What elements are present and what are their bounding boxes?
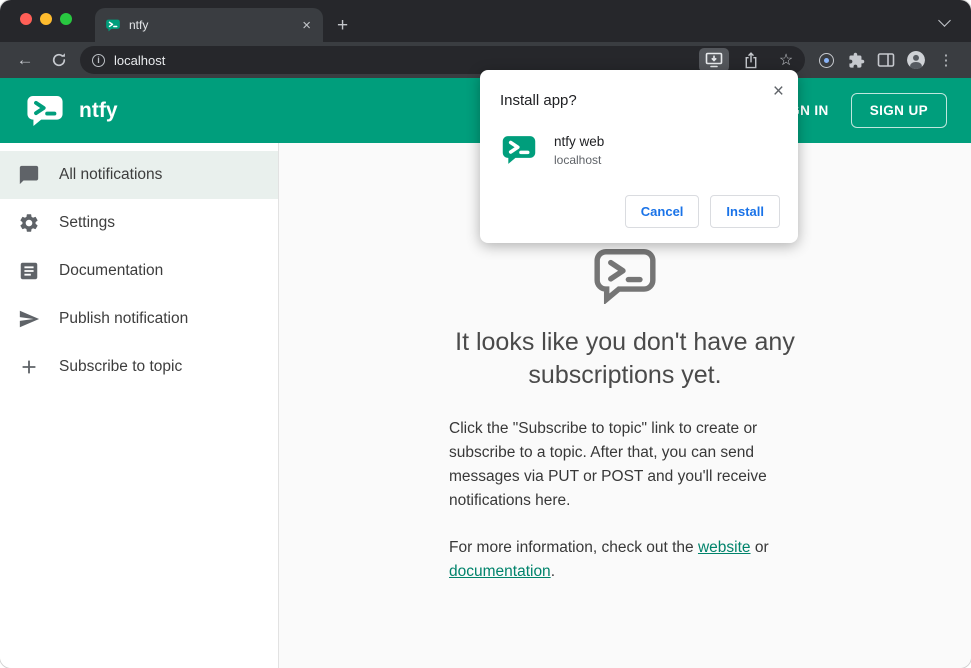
plus-icon	[22, 360, 36, 374]
app-origin: localhost	[554, 152, 602, 167]
install-page-icon[interactable]	[699, 48, 729, 72]
sidebar-item-documentation[interactable]: Documentation	[0, 247, 278, 295]
minimize-window-button[interactable]	[40, 13, 52, 25]
site-info-icon[interactable]: i	[92, 53, 105, 67]
profile-avatar-icon[interactable]	[903, 47, 929, 73]
sidebar-item-label: Settings	[59, 214, 116, 231]
tab-title: ntfy	[129, 18, 149, 32]
toolbar-right-icons: ⋮	[813, 47, 959, 73]
cancel-button[interactable]: Cancel	[624, 195, 700, 228]
gear-icon	[20, 214, 38, 232]
empty-state-heading: It looks like you don't have any subscri…	[455, 328, 795, 389]
sidebar-item-all-notifications[interactable]: All notifications	[0, 151, 278, 199]
install-popup-app-info: ntfy web localhost	[554, 134, 604, 167]
ntfy-logo-icon	[24, 93, 66, 129]
ntfy-empty-state-logo-icon	[592, 247, 658, 304]
zoom-window-button[interactable]	[60, 13, 72, 25]
chat-bubble-icon	[19, 165, 39, 185]
install-button[interactable]: Install	[710, 195, 780, 228]
empty-state-text: Click the "Subscribe to topic" link to c…	[449, 420, 767, 510]
more-info-middle: or	[750, 539, 769, 557]
sidebar-item-subscribe-to-topic[interactable]: Subscribe to topic	[0, 343, 278, 391]
close-window-button[interactable]	[20, 13, 32, 25]
more-info-prefix: For more information, check out the	[449, 539, 698, 557]
ntfy-app-icon	[500, 133, 538, 167]
install-app-popup: Install app? × ntfy web localhost Cancel…	[480, 70, 798, 243]
ntfy-favicon-icon	[105, 18, 121, 33]
bookmark-star-icon[interactable]: ☆	[773, 48, 799, 72]
more-info-text: For more information, check out the webs…	[449, 536, 801, 584]
sidebar-item-label: All notifications	[59, 166, 163, 183]
tab-strip: ntfy × +	[0, 0, 971, 42]
sign-up-button[interactable]: SIGN UP	[850, 93, 947, 128]
app-name: ntfy web	[554, 133, 605, 149]
browser-window: ntfy × + ← i localhost ☆ ⋮ ntfy SIGN IN …	[0, 0, 971, 668]
more-info-suffix: .	[550, 563, 555, 581]
sidebar-item-label: Publish notification	[59, 310, 189, 327]
more-menu-icon[interactable]: ⋮	[933, 47, 959, 73]
article-icon	[20, 262, 38, 280]
sidebar-item-publish-notification[interactable]: Publish notification	[0, 295, 278, 343]
sidebar-item-settings[interactable]: Settings	[0, 199, 278, 247]
new-tab-button[interactable]: +	[337, 16, 348, 35]
tab-search-chevron-icon[interactable]	[938, 14, 951, 27]
close-icon[interactable]: ×	[773, 82, 784, 101]
share-icon[interactable]	[738, 48, 764, 72]
tab-close-icon[interactable]: ×	[300, 18, 313, 33]
reload-icon[interactable]	[46, 47, 72, 73]
back-icon[interactable]: ←	[12, 47, 38, 73]
sidebar: All notifications Settings Documentation…	[0, 143, 279, 668]
sidebar-item-label: Subscribe to topic	[59, 358, 183, 375]
send-icon	[19, 310, 40, 328]
window-controls	[20, 13, 72, 25]
documentation-link[interactable]: documentation	[449, 563, 551, 580]
browser-tab[interactable]: ntfy ×	[95, 8, 323, 42]
install-popup-app-row: ntfy web localhost	[500, 133, 780, 167]
sidebar-item-label: Documentation	[59, 262, 164, 279]
side-panel-icon[interactable]	[873, 47, 899, 73]
install-popup-buttons: Cancel Install	[500, 195, 780, 228]
brand-name: ntfy	[79, 98, 118, 122]
extension-badge-icon[interactable]	[813, 47, 839, 73]
install-popup-title: Install app?	[500, 92, 577, 109]
website-link[interactable]: website	[698, 539, 751, 556]
url-text[interactable]: localhost	[114, 53, 690, 68]
extensions-puzzle-icon[interactable]	[843, 47, 869, 73]
